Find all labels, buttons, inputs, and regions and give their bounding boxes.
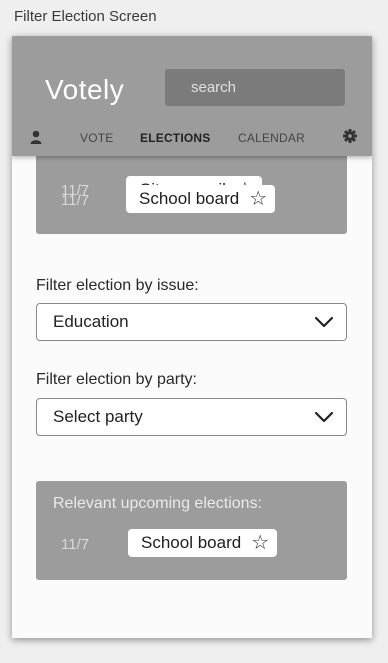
election-name: School board bbox=[139, 189, 240, 208]
app-header: Votely search VOTE ELECTIONS CALENDAR bbox=[12, 36, 372, 156]
star-outline-icon[interactable]: ☆ bbox=[249, 189, 267, 209]
election-name: School board bbox=[141, 533, 242, 552]
nav-calendar[interactable]: CALENDAR bbox=[238, 131, 305, 145]
party-filter-select[interactable]: Select party bbox=[36, 398, 347, 436]
gear-icon[interactable] bbox=[343, 129, 357, 143]
phone-frame: 11/7 City council ☆ 11/7 School board ☆ … bbox=[12, 36, 372, 638]
election-pill-school-board[interactable]: School board ☆ bbox=[126, 185, 276, 213]
relevant-elections-heading: Relevant upcoming elections: bbox=[53, 495, 263, 512]
nav-bar: VOTE ELECTIONS CALENDAR bbox=[12, 126, 372, 148]
chevron-down-icon bbox=[314, 316, 334, 328]
search-placeholder: search bbox=[191, 79, 237, 96]
chevron-down-icon bbox=[314, 411, 334, 423]
nav-vote[interactable]: VOTE bbox=[80, 131, 113, 145]
party-filter-label: Filter election by party: bbox=[36, 371, 197, 388]
relevant-election-pill-school-board[interactable]: School board ☆ bbox=[128, 529, 278, 557]
election-date: 11/7 bbox=[61, 536, 90, 553]
issue-filter-select[interactable]: Education bbox=[36, 303, 347, 341]
app-logo: Votely bbox=[45, 74, 125, 105]
election-date-second: 11/7 bbox=[61, 192, 90, 209]
issue-filter-value: Education bbox=[53, 312, 129, 331]
star-outline-icon[interactable]: ☆ bbox=[251, 533, 269, 553]
issue-filter-label: Filter election by issue: bbox=[36, 277, 199, 294]
user-icon[interactable] bbox=[30, 130, 42, 144]
screen-title: Filter Election Screen bbox=[14, 8, 157, 25]
nav-elections[interactable]: ELECTIONS bbox=[140, 131, 210, 145]
party-filter-value: Select party bbox=[53, 407, 143, 426]
search-input[interactable]: search bbox=[165, 69, 345, 106]
relevant-elections-card: Relevant upcoming elections: 11/7 School… bbox=[36, 481, 347, 580]
